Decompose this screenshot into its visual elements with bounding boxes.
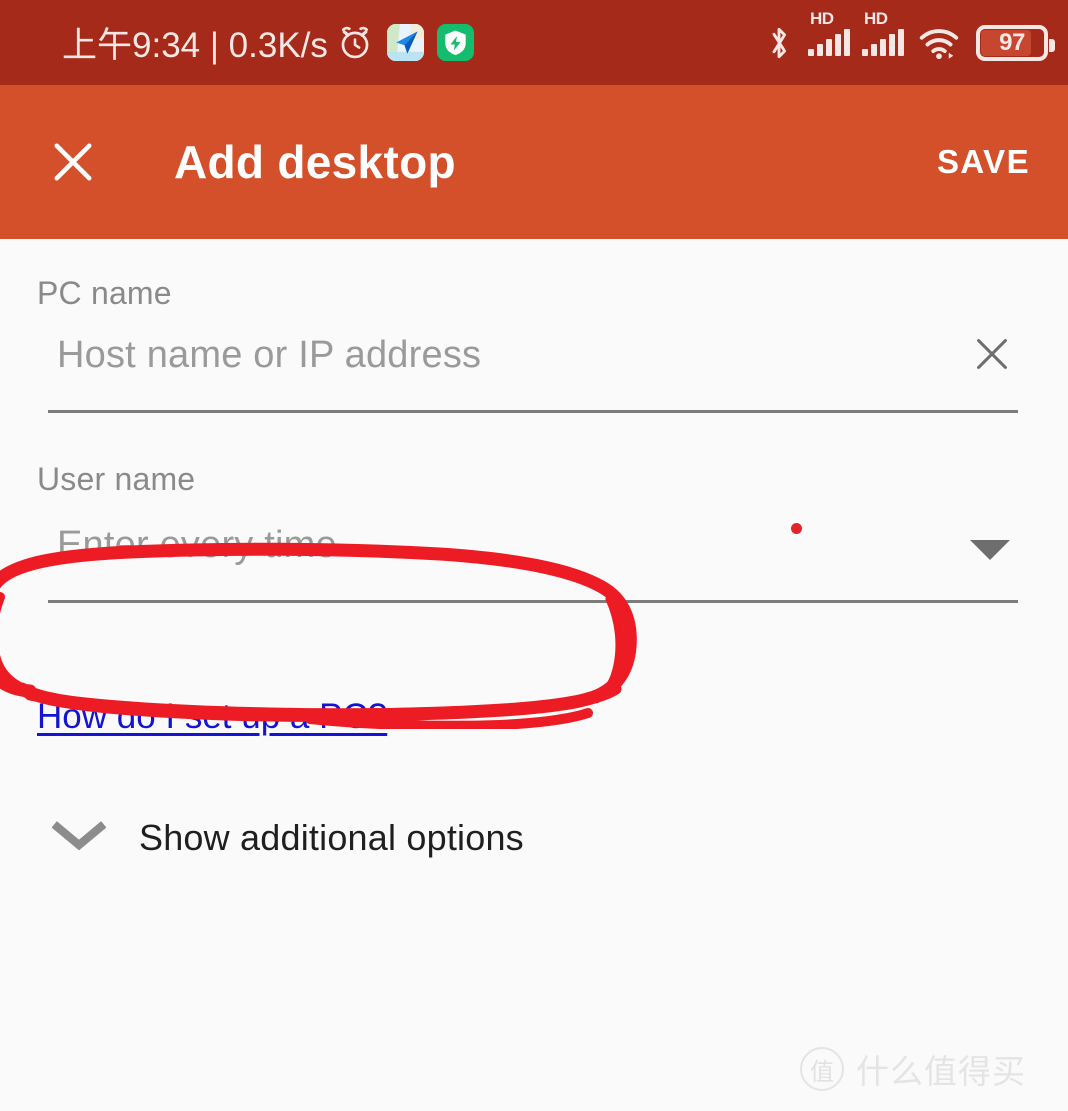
security-shield-icon — [436, 24, 474, 61]
pc-name-label: PC name — [37, 275, 172, 311]
close-button[interactable] — [44, 133, 102, 191]
battery-indicator: 97 — [976, 24, 1055, 61]
status-bar-left: 上午9:34 | 0.3K/s — [62, 17, 474, 68]
status-bar-right: HD HD 97 — [762, 10, 1055, 63]
hd-label-1: HD — [810, 9, 834, 28]
form-content: PC name Host name or IP address User nam… — [0, 239, 1068, 1111]
status-clock-and-netspeed: 上午9:34 | 0.3K/s — [62, 26, 328, 65]
user-name-selected-value[interactable]: Enter every time — [57, 524, 337, 567]
save-button[interactable]: SAVE — [933, 133, 1034, 191]
chevron-down-caret-icon[interactable] — [970, 540, 1010, 560]
phone-screen: 上午9:34 | 0.3K/s HD HD 97 Add desktop SAV… — [0, 0, 1068, 1111]
status-bar: 上午9:34 | 0.3K/s HD HD 97 — [0, 0, 1068, 85]
bluetooth-icon — [762, 23, 796, 63]
cellular-signal-1: HD — [808, 10, 850, 56]
page-title: Add desktop — [174, 136, 456, 188]
required-field-marker — [791, 523, 802, 534]
battery-percent-label: 97 — [999, 28, 1025, 56]
watermark: 值 什么值得买 — [800, 1045, 1026, 1093]
wifi-icon — [918, 25, 960, 61]
user-name-label: User name — [37, 461, 196, 497]
clear-pc-name-button[interactable] — [966, 328, 1018, 380]
chevron-down-icon — [51, 819, 107, 858]
clear-x-icon — [977, 339, 1007, 369]
show-additional-options-button[interactable]: Show additional options — [51, 817, 524, 859]
signal-bars-2 — [862, 29, 904, 56]
cellular-signal-2: HD — [862, 10, 904, 56]
maps-navigation-icon — [386, 24, 424, 61]
show-additional-options-label: Show additional options — [139, 817, 524, 858]
close-x-icon — [54, 143, 92, 181]
pc-name-underline — [48, 410, 1018, 413]
app-bar: Add desktop SAVE — [0, 85, 1068, 239]
setup-help-link[interactable]: How do I set up a PC? — [37, 697, 387, 737]
hd-label-2: HD — [864, 9, 888, 28]
alarm-clock-icon — [336, 24, 374, 62]
watermark-text: 什么值得买 — [856, 1052, 1026, 1091]
signal-bars-1 — [808, 29, 850, 56]
pc-name-input[interactable]: Host name or IP address — [57, 334, 481, 377]
user-name-underline — [48, 600, 1018, 603]
watermark-badge: 值 — [800, 1047, 844, 1091]
